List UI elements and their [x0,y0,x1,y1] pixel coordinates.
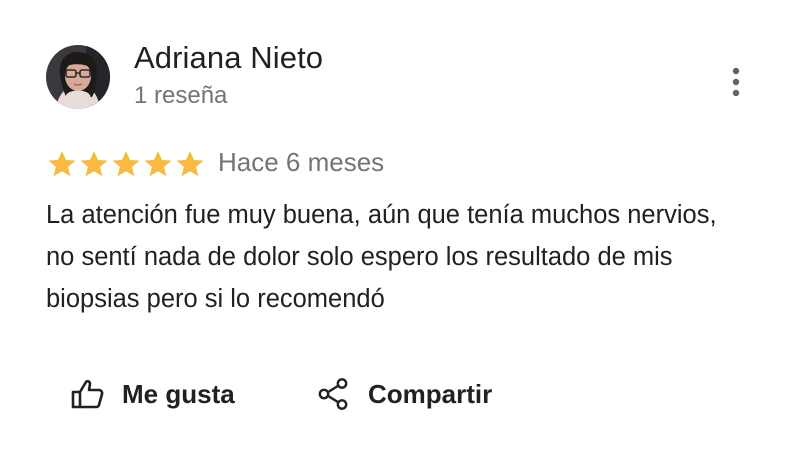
avatar[interactable] [46,45,110,109]
author-review-count: 1 reseña [134,82,228,109]
star-icon [80,151,108,177]
share-icon [316,377,350,411]
share-button[interactable]: Compartir [316,372,492,416]
review-card: Adriana Nieto 1 reseña Hace 6 meses La a… [0,0,796,470]
thumb-up-icon [70,378,104,410]
review-text: La atención fue muy buena, aún que tenía… [46,201,717,313]
star-icon [112,151,140,177]
like-button[interactable]: Me gusta [70,372,235,416]
more-vert-icon [720,64,752,100]
share-label: Compartir [368,378,493,409]
like-label: Me gusta [122,378,235,409]
star-rating [46,149,206,179]
star-icon [48,151,76,177]
author-name[interactable]: Adriana Nieto [134,40,323,76]
star-icon [176,151,204,177]
star-icon [144,151,172,177]
more-options-button[interactable] [720,64,752,100]
review-date: Hace 6 meses [218,147,385,177]
